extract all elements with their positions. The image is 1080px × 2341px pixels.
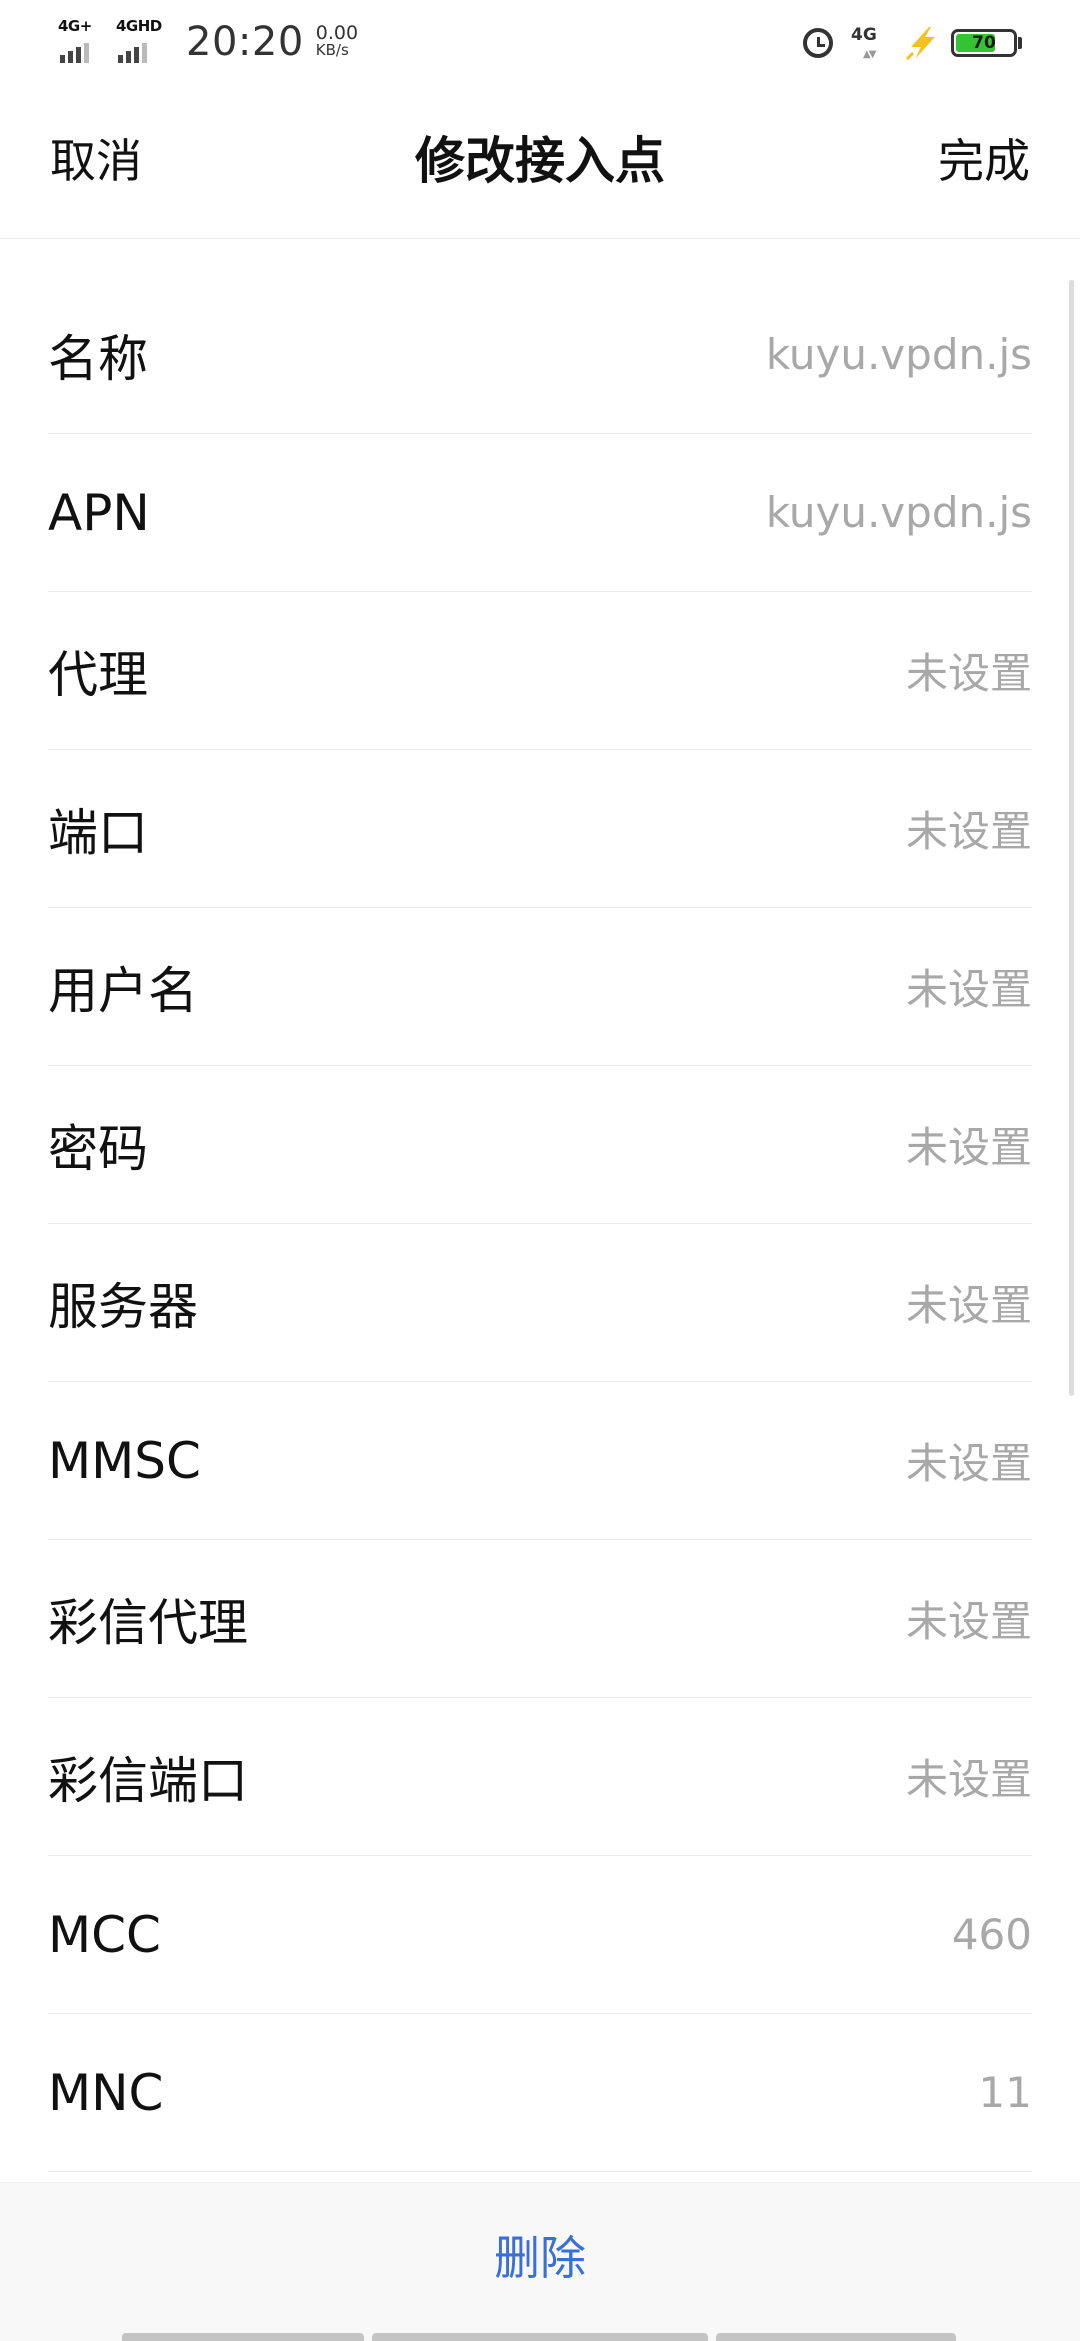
field-value: 11 xyxy=(978,2068,1032,2117)
field-label: MNC xyxy=(48,2063,164,2122)
status-time: 20:20 xyxy=(186,19,304,65)
field-row[interactable]: 服务器 未设置 xyxy=(48,1224,1032,1382)
field-value: 未设置 xyxy=(905,1439,1032,1488)
field-row[interactable]: 彩信端口 未设置 xyxy=(48,1698,1032,1856)
field-row[interactable]: 代理 未设置 xyxy=(48,592,1032,750)
field-label: 服务器 xyxy=(48,1277,198,1336)
field-value: 未设置 xyxy=(905,1597,1032,1646)
sim1-signal-icon: 4G+ xyxy=(58,17,108,67)
field-row[interactable]: 密码 未设置 xyxy=(48,1066,1032,1224)
delete-button[interactable]: 删除 xyxy=(0,2183,1080,2333)
field-row[interactable]: MCC 460 xyxy=(48,1856,1032,2014)
sim2-signal-icon: 4GHD xyxy=(116,17,166,67)
field-row[interactable]: MNC 11 xyxy=(48,2014,1032,2172)
apn-field-list: 名称 kuyu.vpdn.js APN kuyu.vpdn.js 代理 未设置 端口 未设置用… xyxy=(0,276,1080,2182)
alarm-icon xyxy=(803,28,833,58)
field-label: 代理 xyxy=(48,645,148,704)
network-speed-value: 0.00 xyxy=(315,22,359,44)
field-label: 名称 xyxy=(48,329,148,388)
battery-tip xyxy=(1018,37,1022,49)
field-label: MCC xyxy=(48,1905,161,1964)
sim1-network-type: 4G+ xyxy=(58,17,92,35)
field-value: 未设置 xyxy=(905,1755,1032,1804)
field-label: 彩信代理 xyxy=(48,1593,248,1652)
field-row[interactable]: MMSC 未设置 xyxy=(48,1382,1032,1540)
field-row[interactable]: 端口 未设置 xyxy=(48,750,1032,908)
nav-bar: 取消 修改接入点 完成 xyxy=(0,84,1080,239)
field-label: 彩信端口 xyxy=(48,1751,248,1810)
field-value: 未设置 xyxy=(905,1123,1032,1172)
field-row[interactable]: 彩信代理 未设置 xyxy=(48,1540,1032,1698)
status-bar: 4G+ 4GHD 20:20 0.00 KB/s 4G ▲▼ 70 xyxy=(0,0,1080,84)
field-value: kuyu.vpdn.js xyxy=(765,330,1032,379)
field-row[interactable]: APN kuyu.vpdn.js xyxy=(48,434,1032,592)
scrollbar[interactable] xyxy=(1069,280,1074,1396)
battery-icon: 70 xyxy=(951,29,1017,57)
field-row[interactable]: 用户名 未设置 xyxy=(48,908,1032,1066)
field-label: 用户名 xyxy=(48,961,198,1020)
done-button[interactable]: 完成 xyxy=(938,84,1030,238)
field-value: 460 xyxy=(951,1910,1032,1959)
mobile-data-icon: 4G ▲▼ xyxy=(851,25,877,60)
field-label: MMSC xyxy=(48,1431,201,1490)
field-value: 未设置 xyxy=(905,807,1032,856)
mobile-data-type: 4G xyxy=(851,25,877,45)
network-speed-unit: KB/s xyxy=(315,41,349,59)
network-speed: 0.00 KB/s xyxy=(315,22,359,59)
status-left: 4G+ 4GHD 20:20 0.00 KB/s xyxy=(58,16,358,68)
field-value: 未设置 xyxy=(905,965,1032,1014)
field-value: 未设置 xyxy=(905,1281,1032,1330)
field-row[interactable]: 名称 kuyu.vpdn.js xyxy=(48,276,1032,434)
field-value: kuyu.vpdn.js xyxy=(765,488,1032,537)
field-label: 密码 xyxy=(48,1119,148,1178)
page-title: 修改接入点 xyxy=(415,132,665,190)
status-right: 4G ▲▼ 70 xyxy=(803,18,1022,68)
field-value: 未设置 xyxy=(905,649,1032,698)
bottom-bar: 删除 xyxy=(0,2182,1080,2341)
battery-level: 70 xyxy=(972,33,996,53)
charging-bolt-icon xyxy=(905,27,935,61)
field-label: 端口 xyxy=(48,803,148,862)
field-label: APN xyxy=(48,483,150,542)
sim2-network-type: 4GHD xyxy=(116,17,162,35)
